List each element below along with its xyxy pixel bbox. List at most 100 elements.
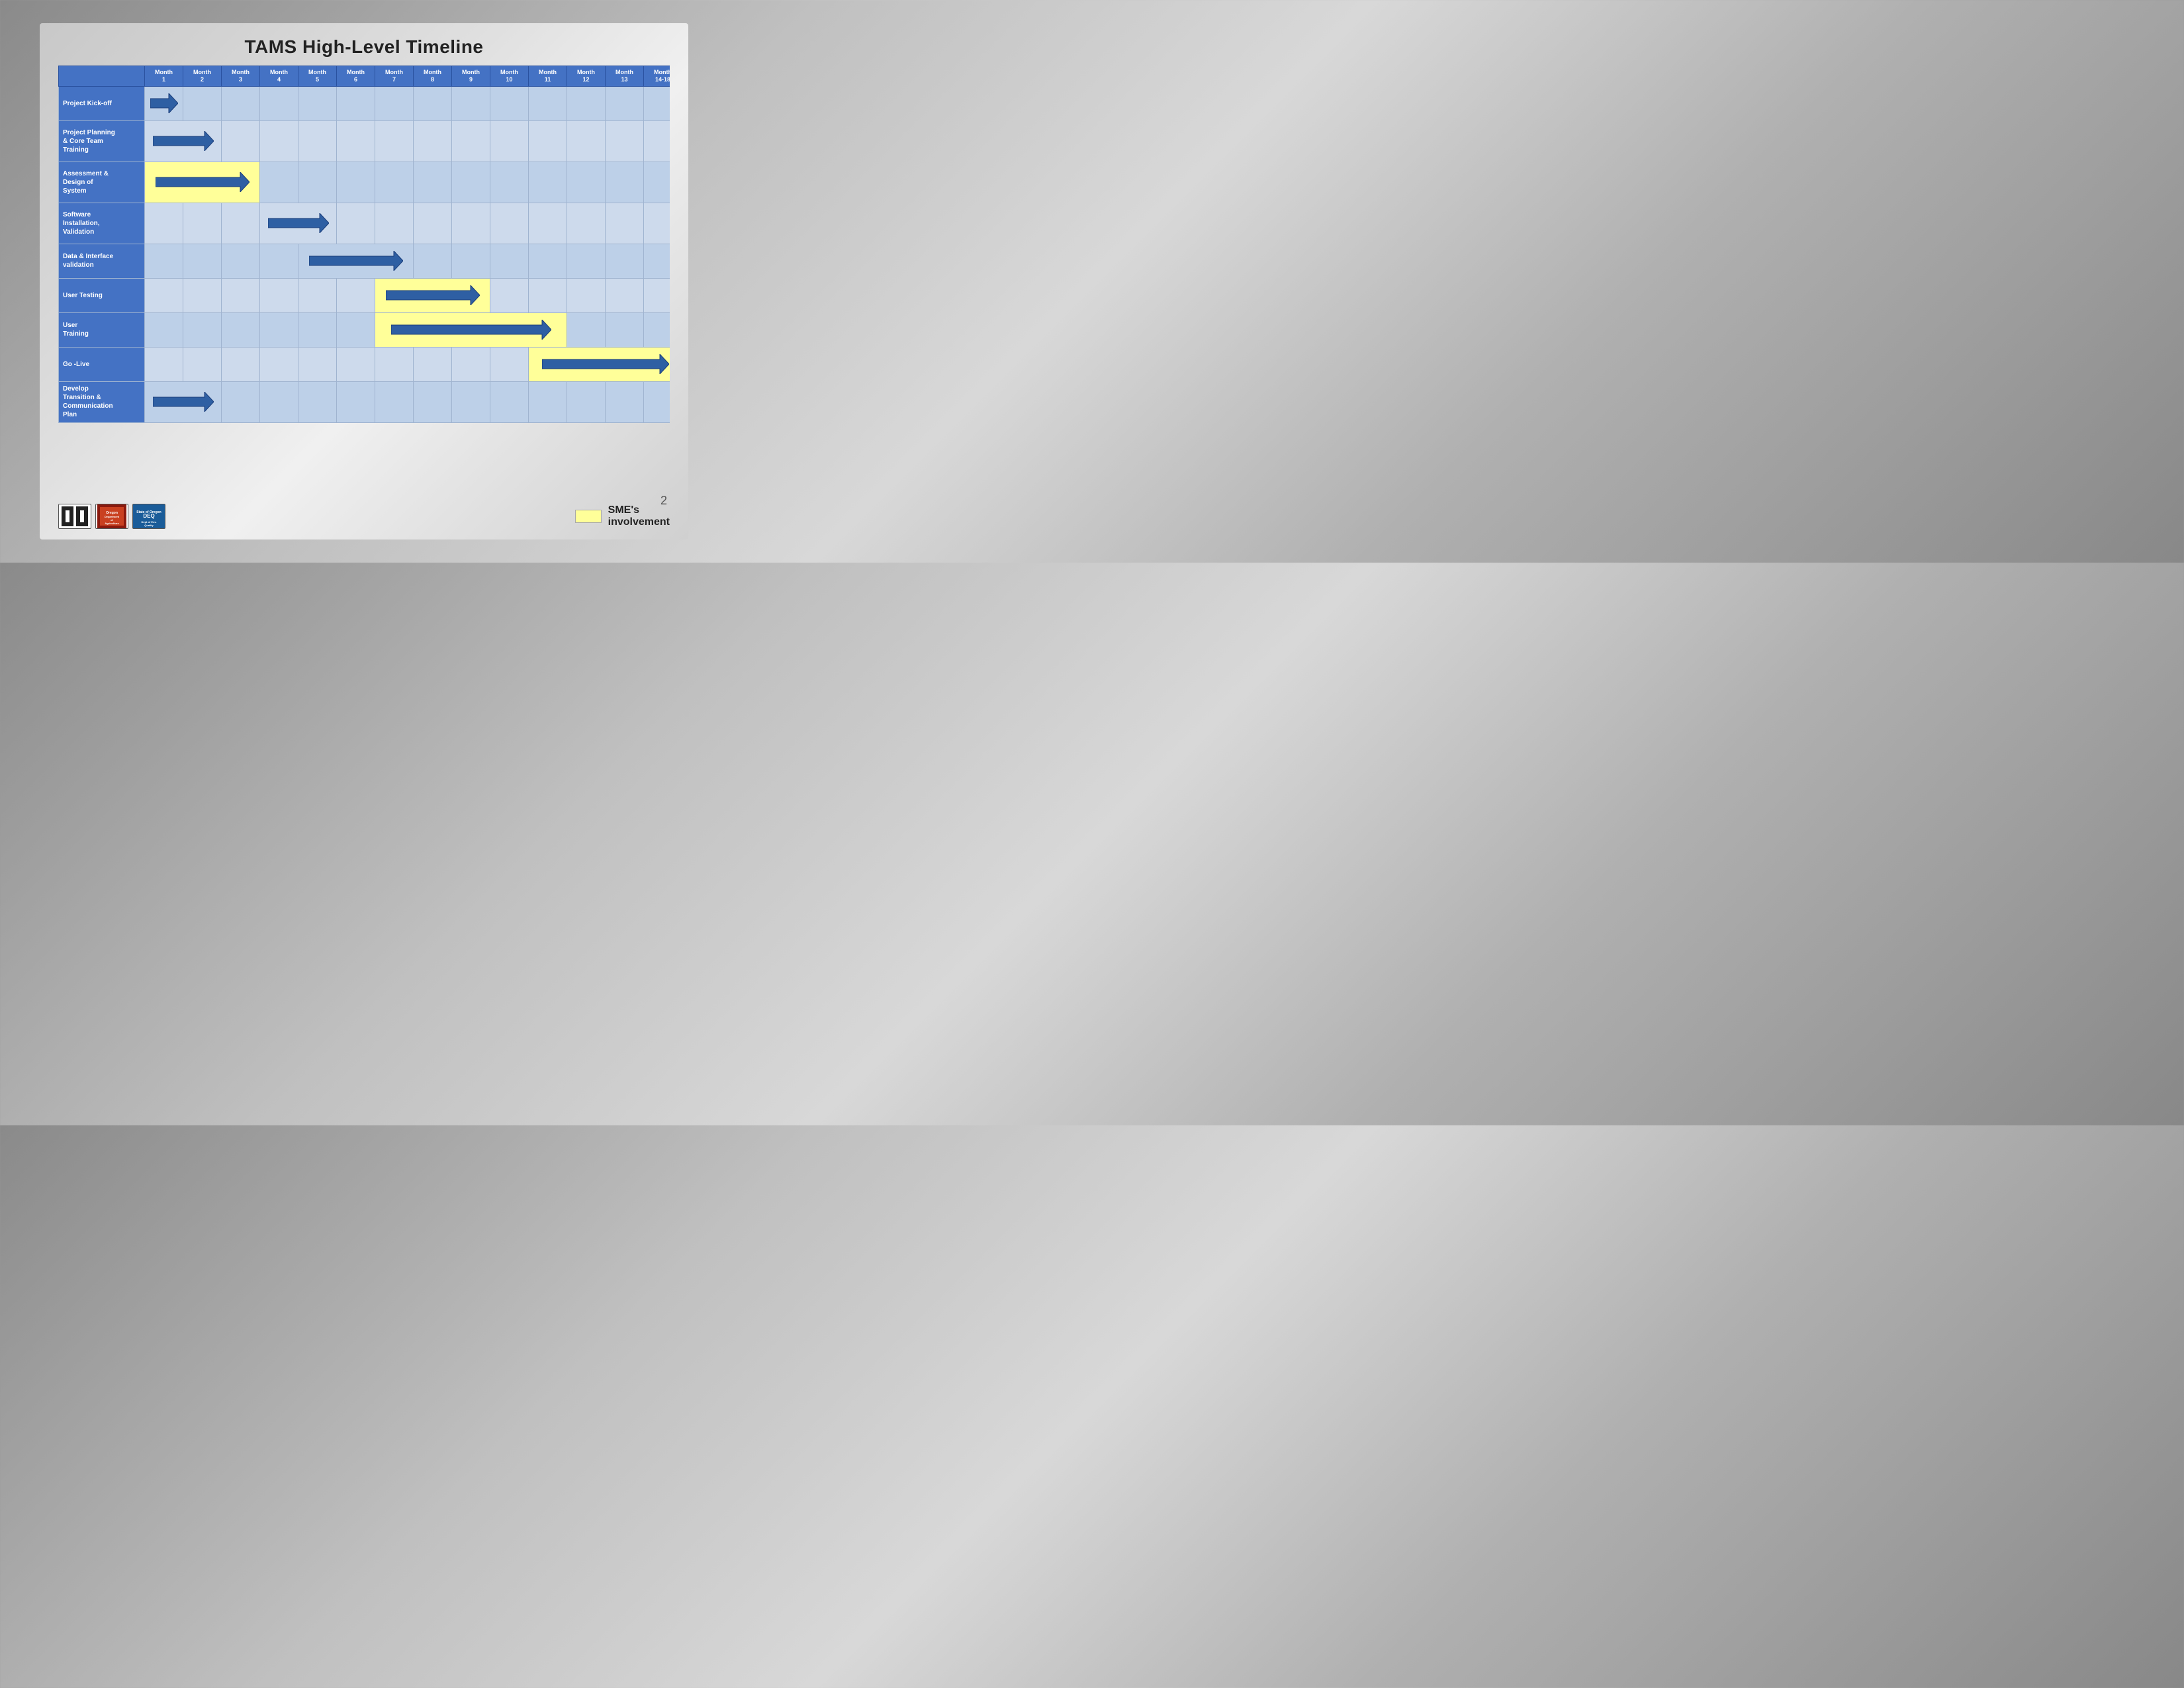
logo-deq: State of Oregon DEQ Dept of Env. Quality [132,504,165,529]
empty-cell [606,120,644,162]
empty-cell [452,86,490,120]
table-row: Data & Interfacevalidation [59,244,670,278]
empty-cell [606,86,644,120]
empty-cell [222,244,260,278]
empty-cell [375,203,414,244]
empty-cell [644,162,670,203]
empty-cell [606,244,644,278]
task-label: Assessment &Design ofSystem [59,162,145,203]
empty-cell [490,347,529,381]
task-label: DevelopTransition &CommunicationPlan [59,381,145,422]
svg-text:Agriculture: Agriculture [105,522,119,525]
empty-cell [337,120,375,162]
table-row: Assessment &Design ofSystem [59,162,670,203]
table-row: Go -Live [59,347,670,381]
empty-cell [529,86,567,120]
task-label: UserTraining [59,312,145,347]
arrow-cell [375,278,490,312]
header-month-9: Month9 [452,66,490,87]
task-label: Project Kick-off [59,86,145,120]
header-month-7: Month7 [375,66,414,87]
empty-cell [298,278,337,312]
empty-cell [644,244,670,278]
empty-cell [644,86,670,120]
table-row: SoftwareInstallation,Validation [59,203,670,244]
empty-cell [183,203,222,244]
empty-cell [222,203,260,244]
empty-cell [606,278,644,312]
header-month-12: Month12 [567,66,606,87]
arrow-cell [145,162,260,203]
page-title: TAMS High-Level Timeline [58,36,670,58]
page-number: 2 [660,494,667,508]
empty-cell [644,381,670,422]
empty-cell [375,162,414,203]
empty-cell [644,203,670,244]
header-month-10: Month10 [490,66,529,87]
empty-cell [375,120,414,162]
empty-cell [298,86,337,120]
empty-cell [375,86,414,120]
arrow-cell [260,203,337,244]
empty-cell [567,86,606,120]
empty-cell [145,244,183,278]
empty-cell [567,203,606,244]
table-row: DevelopTransition &CommunicationPlan [59,381,670,422]
task-label: Data & Interfacevalidation [59,244,145,278]
header-month-11: Month11 [529,66,567,87]
table-row: Project Planning& Core TeamTraining [59,120,670,162]
empty-cell [452,203,490,244]
task-label: SoftwareInstallation,Validation [59,203,145,244]
empty-cell [298,120,337,162]
empty-cell [145,347,183,381]
empty-cell [260,162,298,203]
empty-cell [490,244,529,278]
sme-label: SME'sinvolvement [608,504,670,528]
empty-cell [490,278,529,312]
empty-cell [567,244,606,278]
empty-cell [606,162,644,203]
empty-cell [644,312,670,347]
empty-cell [529,381,567,422]
empty-cell [222,120,260,162]
sme-color-box [575,510,602,523]
empty-cell [529,120,567,162]
header-month-3: Month3 [222,66,260,87]
empty-cell [452,162,490,203]
empty-cell [337,278,375,312]
empty-cell [567,278,606,312]
empty-cell [567,162,606,203]
empty-cell [222,86,260,120]
logo-area: Oregon Department of Agriculture State o… [58,504,165,529]
sme-legend: SME'sinvolvement [575,504,670,528]
arrow-cell [145,381,222,422]
empty-cell [414,244,452,278]
empty-cell [567,312,606,347]
header-row: Month1 Month2 Month3 Month4 Month5 Month… [59,66,670,87]
empty-cell [260,278,298,312]
empty-cell [490,120,529,162]
empty-cell [490,381,529,422]
empty-cell [529,244,567,278]
task-label: Project Planning& Core TeamTraining [59,120,145,162]
empty-cell [375,381,414,422]
empty-cell [298,347,337,381]
header-month-4: Month4 [260,66,298,87]
arrow-cell [529,347,670,381]
gantt-chart: Month1 Month2 Month3 Month4 Month5 Month… [58,66,670,496]
empty-cell [145,203,183,244]
logo-oregon: Oregon Department of Agriculture [95,504,128,529]
empty-cell [606,312,644,347]
empty-cell [260,347,298,381]
empty-cell [183,347,222,381]
svg-text:Quality: Quality [144,524,154,527]
header-month-8: Month8 [414,66,452,87]
empty-cell [414,86,452,120]
empty-cell [337,203,375,244]
empty-cell [337,381,375,422]
empty-cell [337,312,375,347]
header-month-13: Month13 [606,66,644,87]
empty-cell [452,120,490,162]
empty-cell [260,244,298,278]
header-month-2: Month2 [183,66,222,87]
